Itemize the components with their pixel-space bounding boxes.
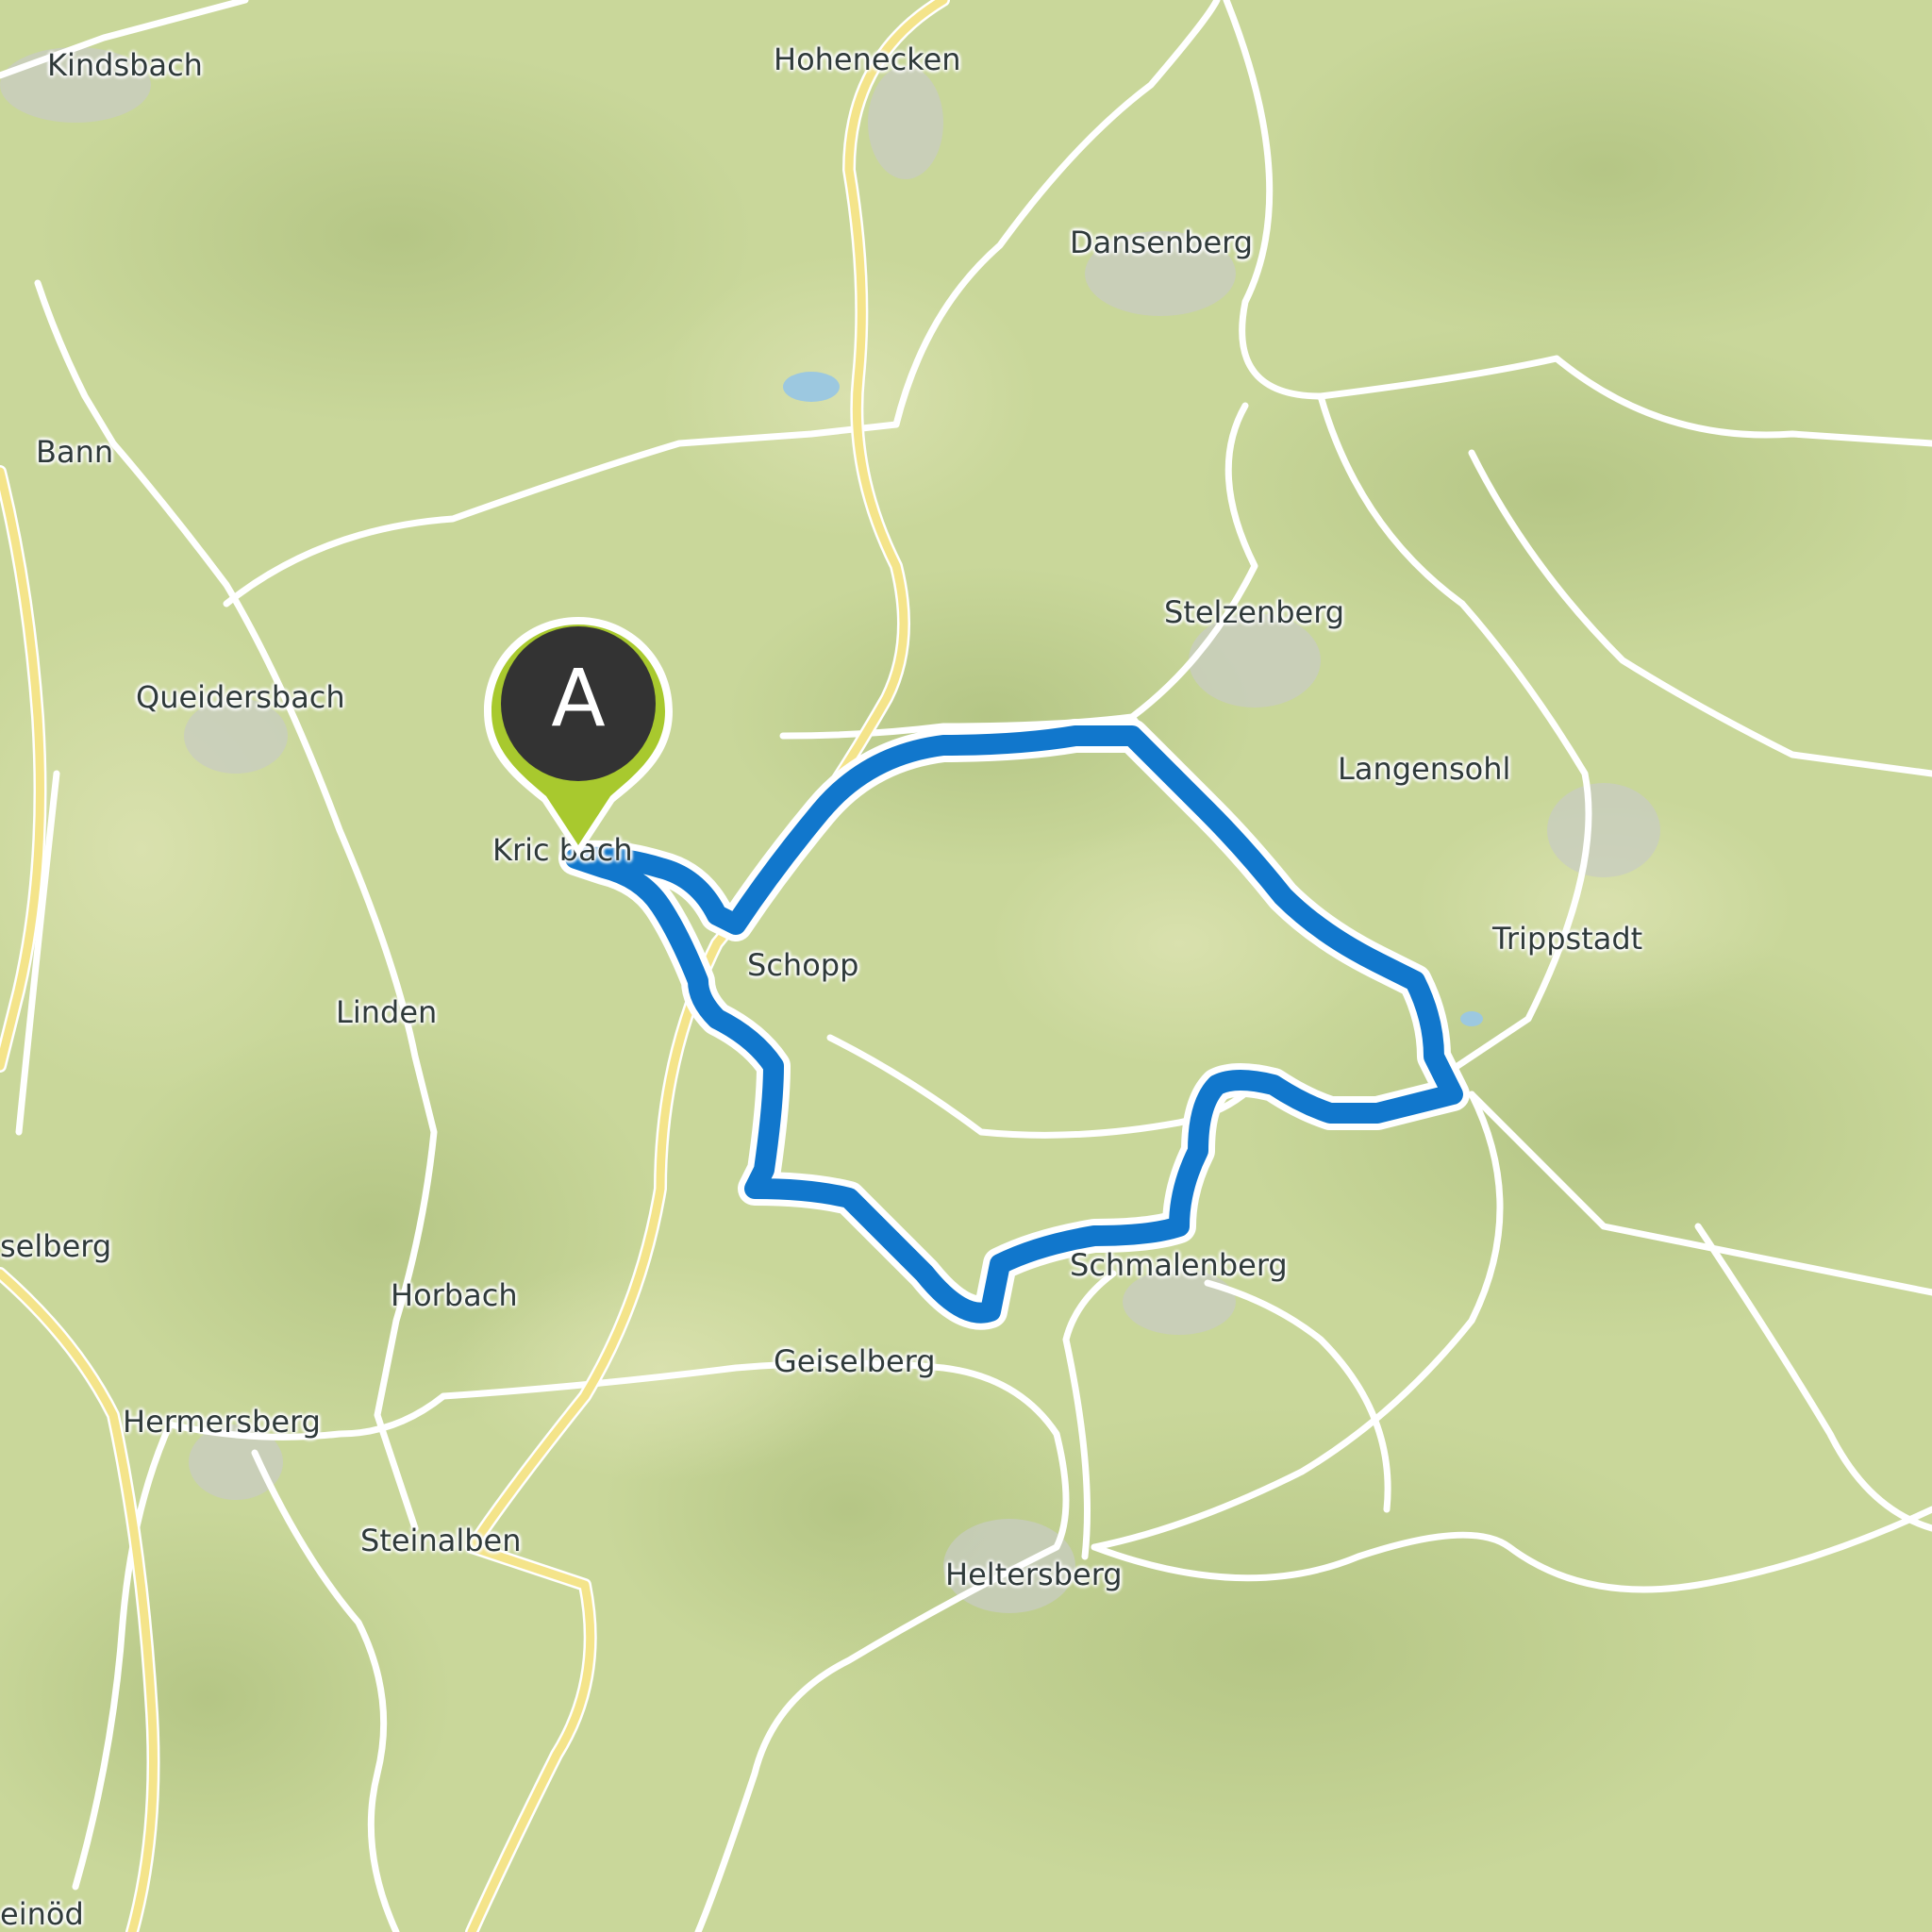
place-label-steinalben[interactable]: Steinalben	[360, 1523, 522, 1558]
place-label-hohenecken[interactable]: Hohenecken	[774, 42, 961, 77]
place-label-schopp[interactable]: Schopp	[747, 947, 858, 983]
place-label-schmalenberg[interactable]: Schmalenberg	[1070, 1247, 1288, 1283]
marker-letter: A	[551, 652, 606, 744]
place-label-langensohl[interactable]: Langensohl	[1338, 751, 1510, 787]
map-base	[0, 0, 1932, 1932]
place-label-selberg[interactable]: selberg	[0, 1228, 111, 1264]
place-label-trippstadt[interactable]: Trippstadt	[1492, 921, 1642, 957]
place-label-heltersberg[interactable]: Heltersberg	[945, 1557, 1123, 1592]
place-label-kindsbach[interactable]: Kindsbach	[47, 47, 203, 83]
place-label-einod[interactable]: einöd	[0, 1896, 84, 1932]
place-label-queidersbach[interactable]: Queidersbach	[136, 679, 345, 715]
map-canvas[interactable]: Kindsbach Hohenecken Dansenberg Bann Ste…	[0, 0, 1932, 1932]
place-label-geiselberg[interactable]: Geiselberg	[774, 1343, 936, 1379]
place-label-hermersberg[interactable]: Hermersberg	[123, 1404, 321, 1440]
start-marker-a[interactable]: A	[476, 613, 680, 860]
place-label-horbach[interactable]: Horbach	[391, 1277, 518, 1313]
place-label-linden[interactable]: Linden	[336, 994, 437, 1030]
place-label-bann[interactable]: Bann	[36, 434, 113, 470]
place-label-stelzenberg[interactable]: Stelzenberg	[1164, 594, 1344, 630]
place-label-dansenberg[interactable]: Dansenberg	[1070, 225, 1253, 260]
